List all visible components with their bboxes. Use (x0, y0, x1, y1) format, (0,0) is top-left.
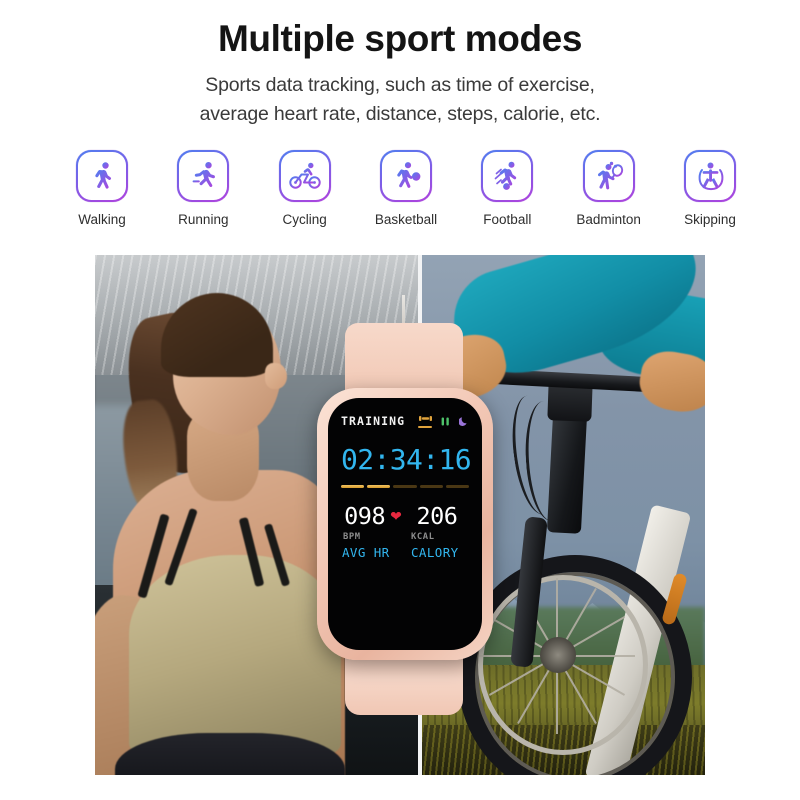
sport-mode-label: Running (178, 212, 229, 227)
subtitle-line-2: average heart rate, distance, steps, cal… (199, 103, 601, 125)
lifestyle-photo-composite: TRAINING 02:34:16 098 ❤ BPM AVG HR 206 K… (95, 255, 705, 775)
sport-modes-row: Walking Running Cycling Basketball Footb… (56, 150, 756, 242)
badminton-icon (597, 161, 623, 190)
badminton-icon-frame (583, 150, 635, 202)
sport-mode-label: Walking (78, 212, 126, 227)
skipping-icon (698, 162, 724, 191)
running-icon (192, 162, 216, 188)
skipping-icon-frame (684, 150, 736, 202)
football-icon (494, 161, 517, 190)
sport-mode-label: Cycling (282, 212, 327, 227)
basketball-icon (397, 162, 421, 188)
sport-mode-label: Skipping (684, 212, 736, 227)
sport-mode-label: Football (483, 212, 532, 227)
sport-mode-badminton[interactable]: Badminton (563, 150, 655, 227)
sport-mode-skipping[interactable]: Skipping (664, 150, 756, 227)
sport-mode-label: Basketball (374, 212, 438, 227)
page-title: Multiple sport modes (217, 18, 583, 59)
cyclist-mountain-photo (422, 255, 705, 775)
walking-icon (95, 162, 112, 189)
sport-mode-cycling[interactable]: Cycling (259, 150, 351, 227)
sport-mode-running[interactable]: Running (157, 150, 249, 227)
subtitle-line-1: Sports data tracking, such as time of ex… (205, 74, 595, 96)
walking-icon-frame (76, 150, 128, 202)
cycling-icon (288, 162, 321, 189)
sport-mode-label: Badminton (576, 212, 641, 227)
running-icon-frame (177, 150, 229, 202)
sport-mode-football[interactable]: Football (461, 150, 553, 227)
sport-mode-walking[interactable]: Walking (56, 150, 148, 227)
cycling-icon-frame (279, 150, 331, 202)
sport-mode-basketball[interactable]: Basketball (360, 150, 452, 227)
basketball-icon-frame (380, 150, 432, 202)
photo-divider (418, 255, 422, 775)
woman-running-gym-photo (95, 255, 418, 775)
football-icon-frame (481, 150, 533, 202)
